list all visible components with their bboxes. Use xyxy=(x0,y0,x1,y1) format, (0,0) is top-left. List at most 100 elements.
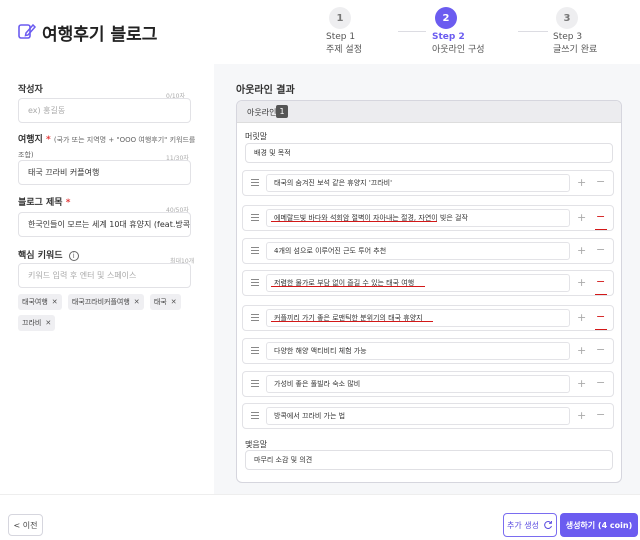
outline-item-row: 태국의 숨겨진 보석 같은 휴양지 '끄라비' + − xyxy=(242,170,614,196)
drag-handle-icon[interactable] xyxy=(251,314,259,322)
prev-button[interactable]: < 이전 xyxy=(8,514,43,536)
step-3-title: Step 3 xyxy=(553,32,583,42)
author-label: 작성자 xyxy=(18,85,43,95)
step-1-title: Step 1 xyxy=(326,32,356,42)
close-icon[interactable]: ✕ xyxy=(171,298,177,306)
outline-header: 아웃라인 1 xyxy=(237,101,621,123)
remove-item-button[interactable]: − xyxy=(596,210,605,223)
step-3-number: 3 xyxy=(556,7,578,29)
outline-item-input[interactable]: 가성비 좋은 풀빌라 숙소 많비 xyxy=(266,375,570,393)
keywords-label: 핵심 키워드 i xyxy=(18,248,79,261)
top-header: 여행후기 블로그 1 Step 1 주제 설정 2 Step 2 아웃라인 구성… xyxy=(0,0,640,64)
add-item-button[interactable]: + xyxy=(577,211,586,224)
outline-editor: 아웃라인 1 머릿말 배경 및 목적 태국의 숨겨진 보석 같은 휴양지 '끄라… xyxy=(236,100,622,483)
outline-count-badge: 1 xyxy=(276,105,288,118)
remove-item-button[interactable]: − xyxy=(596,343,605,356)
keyword-tag-label: 끄라비 xyxy=(22,319,42,327)
step-2-title: Step 2 xyxy=(432,32,465,42)
step-2: 2 Step 2 아웃라인 구성 xyxy=(432,7,522,55)
remove-item-button[interactable]: − xyxy=(596,175,605,188)
step-connector xyxy=(398,31,426,32)
keyword-tag: 끄라비 ✕ xyxy=(18,315,56,331)
refresh-icon xyxy=(544,520,552,530)
add-item-button[interactable]: + xyxy=(577,409,586,422)
keyword-tag: 태국여행 ✕ xyxy=(18,294,62,310)
annotation-underline xyxy=(595,229,607,230)
required-mark: * xyxy=(65,198,71,208)
outro-label: 맺음말 xyxy=(245,440,268,449)
outline-item-input[interactable]: 다양한 해양 액티비티 체험 가능 xyxy=(266,342,570,360)
annotation-underline xyxy=(271,286,425,287)
add-item-button[interactable]: + xyxy=(577,276,586,289)
regenerate-button[interactable]: 추가 생성 xyxy=(503,513,557,537)
annotation-underline xyxy=(595,294,607,295)
author-input[interactable]: ex) 홍길동 xyxy=(18,98,191,123)
keyword-input[interactable]: 키워드 입력 후 엔터 및 스페이스 xyxy=(18,263,191,288)
drag-handle-icon[interactable] xyxy=(251,247,259,255)
keyword-tags: 태국여행 ✕ 태국끄라비커플여행 ✕ 태국 ✕ 끄라비 ✕ xyxy=(18,294,198,336)
destination-label-text: 여행지 xyxy=(18,135,43,145)
add-item-button[interactable]: + xyxy=(577,244,586,257)
step-1-subtitle: 주제 설정 xyxy=(326,45,362,55)
outline-item-input[interactable]: 저렴한 물가로 부담 없이 즐길 수 있는 태국 여행 xyxy=(266,274,570,292)
app-title: 여행후기 블로그 xyxy=(42,25,158,45)
remove-item-button[interactable]: − xyxy=(596,243,605,256)
step-connector xyxy=(518,31,548,32)
drag-handle-icon[interactable] xyxy=(251,380,259,388)
outline-header-label: 아웃라인 xyxy=(247,108,277,117)
outline-item-input[interactable]: 에메랄드빛 바다와 석회암 절벽이 자아내는 절경, 자연이 빚은 걸작 xyxy=(266,209,570,227)
close-icon[interactable]: ✕ xyxy=(52,298,58,306)
outline-item-input[interactable]: 방콕에서 끄라비 가는 법 xyxy=(266,407,570,425)
outline-item-row: 커플끼리 가기 좋은 로맨틱한 분위기의 태국 휴양지 + − xyxy=(242,305,614,331)
blog-title-label-text: 블로그 제목 xyxy=(18,198,63,208)
outline-item-row: 에메랄드빛 바다와 석회암 절벽이 자아내는 절경, 자연이 빚은 걸작 + − xyxy=(242,205,614,231)
add-item-button[interactable]: + xyxy=(577,176,586,189)
add-item-button[interactable]: + xyxy=(577,377,586,390)
outline-item-row: 저렴한 물가로 부담 없이 즐길 수 있는 태국 여행 + − xyxy=(242,270,614,296)
keyword-tag: 태국끄라비커플여행 ✕ xyxy=(67,294,144,310)
keyword-tag: 태국 ✕ xyxy=(149,294,181,310)
required-mark: * xyxy=(45,135,51,145)
blog-title-label: 블로그 제목 * xyxy=(18,195,70,208)
step-1-number: 1 xyxy=(329,7,351,29)
remove-item-button[interactable]: − xyxy=(596,275,605,288)
drag-handle-icon[interactable] xyxy=(251,412,259,420)
remove-item-button[interactable]: − xyxy=(596,408,605,421)
step-2-number: 2 xyxy=(435,7,457,29)
close-icon[interactable]: ✕ xyxy=(45,319,51,327)
drag-handle-icon[interactable] xyxy=(251,179,259,187)
close-icon[interactable]: ✕ xyxy=(134,298,140,306)
annotation-underline xyxy=(271,221,437,222)
outline-item-row: 방콕에서 끄라비 가는 법 + − xyxy=(242,403,614,429)
add-item-button[interactable]: + xyxy=(577,311,586,324)
edit-icon xyxy=(18,23,37,39)
step-2-subtitle: 아웃라인 구성 xyxy=(432,45,485,55)
outline-item-input[interactable]: 커플끼리 가기 좋은 로맨틱한 분위기의 태국 휴양지 xyxy=(266,309,570,327)
annotation-underline xyxy=(271,321,433,322)
keyword-tag-label: 태국여행 xyxy=(22,298,48,306)
step-3: 3 Step 3 글쓰기 완료 xyxy=(553,7,640,55)
destination-input[interactable]: 태국 끄라비 커플여행 xyxy=(18,160,191,185)
drag-handle-icon[interactable] xyxy=(251,347,259,355)
add-item-button[interactable]: + xyxy=(577,344,586,357)
outro-input[interactable]: 마무리 소감 및 의견 xyxy=(245,450,613,470)
drag-handle-icon[interactable] xyxy=(251,279,259,287)
outline-result-title: 아웃라인 결과 xyxy=(236,85,295,96)
outline-item-input[interactable]: 태국의 숨겨진 보석 같은 휴양지 '끄라비' xyxy=(266,174,570,192)
keywords-label-text: 핵심 키워드 xyxy=(18,251,63,261)
info-icon[interactable]: i xyxy=(68,250,79,261)
blog-title-input[interactable]: 한국인들이 모르는 세계 10대 휴양지 (feat.방콕에 xyxy=(18,212,191,237)
outline-item-row: 다양한 해양 액티비티 체험 가능 + − xyxy=(242,338,614,364)
regenerate-label: 추가 생성 xyxy=(507,520,539,530)
drag-handle-icon[interactable] xyxy=(251,214,259,222)
remove-item-button[interactable]: − xyxy=(596,310,605,323)
remove-item-button[interactable]: − xyxy=(596,376,605,389)
outline-item-row: 4개의 섬으로 이루어진 근도 투어 추천 + − xyxy=(242,238,614,264)
intro-input[interactable]: 배경 및 목적 xyxy=(245,143,613,163)
keyword-tag-label: 태국 xyxy=(153,298,167,306)
outline-item-input[interactable]: 4개의 섬으로 이루어진 근도 투어 추천 xyxy=(266,242,570,260)
annotation-underline xyxy=(595,329,607,330)
intro-label: 머릿말 xyxy=(245,132,268,141)
generate-button[interactable]: 생성하기 (4 coin) xyxy=(560,513,638,537)
outline-item-row: 가성비 좋은 풀빌라 숙소 많비 + − xyxy=(242,371,614,397)
